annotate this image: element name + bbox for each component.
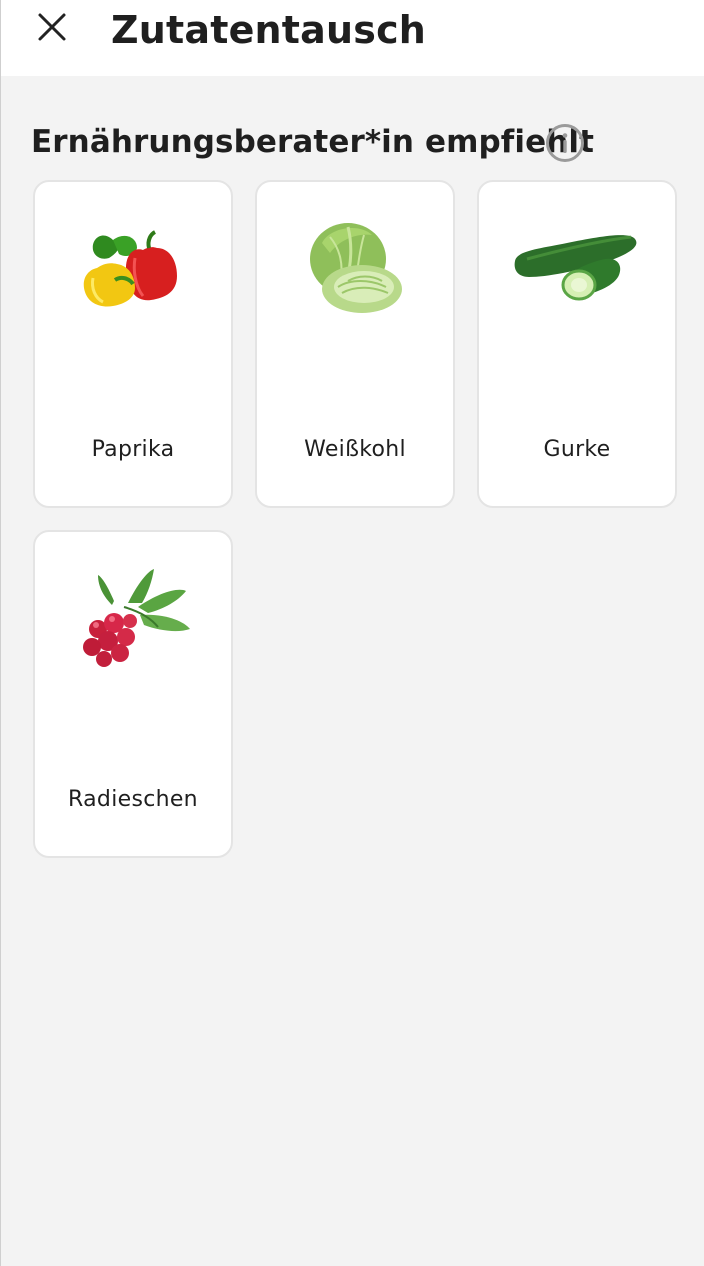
- close-icon: [38, 13, 66, 41]
- section-title: Ernährungsberater*in empfiehlt: [31, 124, 595, 160]
- page-title: Zutatentausch: [111, 8, 427, 52]
- info-icon[interactable]: [545, 123, 585, 163]
- paprika-image: [35, 198, 231, 338]
- ingredient-card-paprika[interactable]: Paprika: [33, 180, 233, 508]
- ingredient-label: Paprika: [91, 437, 175, 462]
- close-button[interactable]: [31, 6, 73, 48]
- ingredient-card-radieschen[interactable]: Radieschen: [33, 530, 233, 858]
- ingredient-label: Gurke: [543, 437, 611, 462]
- cucumber-image: [479, 198, 675, 338]
- radish-image: [35, 548, 231, 688]
- ingredient-label: Weißkohl: [304, 437, 406, 462]
- cabbage-image: [257, 198, 453, 338]
- ingredient-card-gurke[interactable]: Gurke: [477, 180, 677, 508]
- ingredient-label: Radieschen: [68, 787, 198, 812]
- app-header: Zutatentausch: [1, 0, 704, 76]
- ingredient-card-weisskohl[interactable]: Weißkohl: [255, 180, 455, 508]
